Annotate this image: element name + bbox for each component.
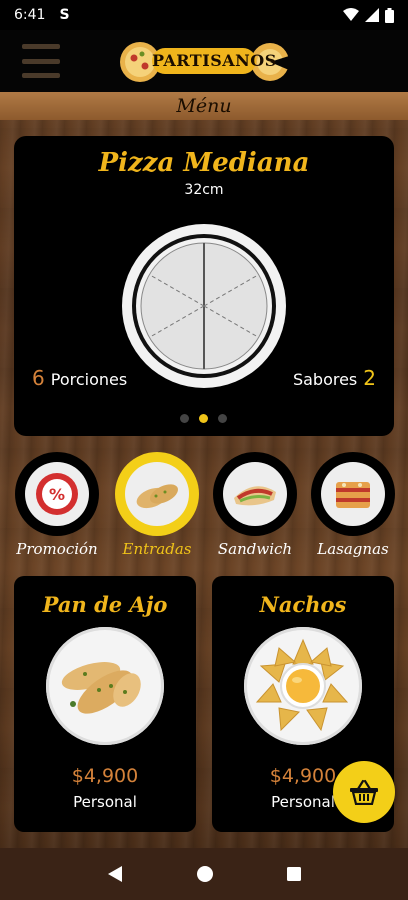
battery-icon (385, 7, 394, 23)
category-label: Promoción (16, 540, 98, 558)
carousel-dot[interactable] (218, 414, 227, 423)
status-time: 6:41 (14, 7, 46, 23)
product-price: $4,900 (71, 765, 139, 787)
carousel-dot-active[interactable] (199, 414, 208, 423)
wifi-icon (343, 8, 359, 21)
product-image (46, 627, 164, 745)
logo-text: PARTISANOS (152, 48, 276, 74)
category-lasagnas[interactable]: Lasagnas (310, 452, 396, 562)
partisanos-logo: PARTISANOS (118, 36, 290, 86)
flavors-info: Sabores 2 (293, 366, 376, 390)
flavors-count: 2 (363, 366, 376, 390)
signal-icon (365, 8, 379, 22)
portions-label: Porciones (50, 370, 128, 389)
category-entradas[interactable]: Entradas (114, 452, 200, 562)
category-promocion[interactable]: % Promoción (14, 452, 100, 562)
garlic-bread-icon (136, 484, 179, 509)
product-name: Pan de Ajo (42, 592, 168, 617)
portions-info: 6 Porciones (32, 366, 127, 390)
discount-badge-icon: % (36, 473, 78, 515)
svg-text:%: % (49, 485, 65, 504)
basket-icon (350, 779, 378, 805)
category-label: Lasagnas (317, 540, 389, 558)
app-header: PARTISANOS (0, 30, 408, 92)
product-size: Personal (73, 793, 137, 811)
product-card-pan-de-ajo[interactable]: Pan de Ajo $4,900 Personal (14, 576, 196, 832)
recents-icon[interactable] (286, 866, 302, 882)
section-title: Ménu (0, 92, 408, 120)
carousel-dots (180, 414, 227, 423)
hamburger-icon[interactable] (22, 44, 60, 78)
carousel-dot[interactable] (180, 414, 189, 423)
pizza-size-card[interactable]: Pizza Mediana 32cm 6 Porciones Sabores 2 (14, 136, 394, 436)
status-bar: 6:41 S (0, 0, 408, 30)
cart-button[interactable] (333, 761, 395, 823)
pizza-title: Pizza Mediana (98, 148, 310, 178)
pizza-plate-diagram (122, 224, 286, 388)
category-sandwich[interactable]: Sandwich (212, 452, 298, 562)
portions-count: 6 (32, 366, 45, 390)
product-name: Nachos (259, 592, 347, 617)
nachos-icon (255, 638, 349, 732)
flavors-label: Sabores (292, 370, 358, 389)
category-label: Sandwich (217, 540, 293, 558)
home-icon[interactable] (196, 865, 214, 883)
pizza-size: 32cm (184, 182, 224, 198)
lasagna-icon (336, 482, 370, 508)
app-notification-icon: S (59, 7, 70, 23)
sandwich-icon (234, 486, 276, 506)
product-image (244, 627, 362, 745)
garlic-bread-icon (61, 662, 141, 714)
system-nav-bar (0, 848, 408, 900)
category-label: Entradas (122, 540, 192, 558)
back-icon[interactable] (106, 865, 124, 883)
